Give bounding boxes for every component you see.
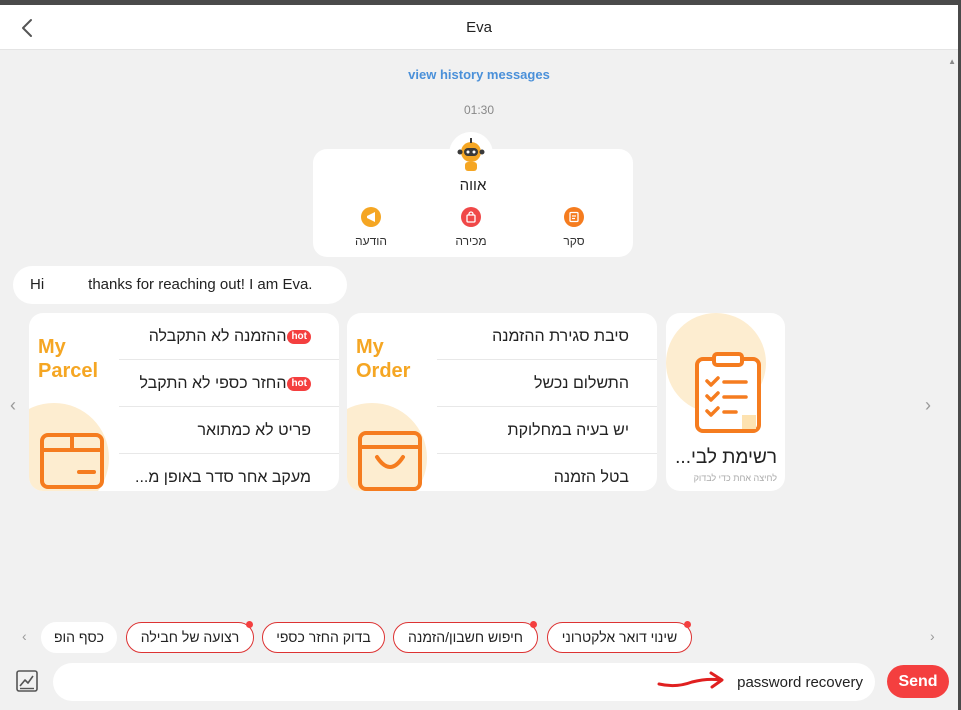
chat-header: Eva — [0, 5, 958, 50]
menu-item-order-not-received[interactable]: hotההזמנה לא התקבלה — [119, 313, 339, 360]
survey-icon — [564, 207, 584, 227]
message-input[interactable] — [53, 663, 875, 701]
brand-line: My — [356, 336, 384, 358]
menu-item-label: סיבת סגירת ההזמנה — [492, 328, 629, 345]
robot-avatar-icon — [449, 132, 493, 176]
chip-label: שינוי דואר אלקטרוני — [561, 629, 678, 645]
menu-item-label: ההזמנה לא התקבלה — [148, 328, 287, 345]
order-menu-list: סיבת סגירת ההזמנה התשלום נכשל יש בעיה במ… — [437, 313, 657, 491]
view-history-link[interactable]: view history messages — [0, 67, 958, 82]
action-label: הודעה — [355, 234, 387, 248]
chip-label: חיפוש חשבון/הזמנה — [408, 629, 523, 645]
announcement-action-button[interactable]: הודעה — [341, 207, 401, 248]
my-order-card: My Order סיבת סגירת ההזמנה התשלום נכשל י… — [347, 313, 657, 491]
menu-item-payment-failed[interactable]: התשלום נכשל — [437, 360, 657, 407]
chip-label: כסף הופ — [53, 629, 105, 645]
bot-name: אווה — [459, 177, 487, 194]
hot-badge: hot — [287, 376, 311, 391]
brand-line: My — [38, 336, 66, 358]
menu-item-track-order[interactable]: מעקב אחר סדר באופן מ... — [119, 454, 339, 491]
my-parcel-card: My Parcel hotההזמנה לא התקבלה hotהחזר כס… — [29, 313, 339, 491]
brand-line: Parcel — [38, 360, 99, 382]
clipboard-checklist-icon — [695, 352, 761, 433]
quick-reply-chip[interactable]: שינוי דואר אלקטרוני — [547, 621, 692, 653]
quick-reply-chip[interactable]: רצועה של חבילה — [126, 621, 254, 653]
greeting-hi: Hi — [30, 276, 45, 293]
menu-item-label: פריט לא כמתואר — [197, 422, 311, 439]
menu-item-label: בטל הזמנה — [553, 469, 629, 486]
parcel-box-icon — [40, 433, 104, 489]
greeting-text: thanks for reaching out! I am Eva. — [88, 276, 313, 293]
menu-item-label: התשלום נכשל — [534, 375, 629, 392]
timestamp: 01:30 — [463, 103, 495, 117]
chat-window: Eva ▲ view history messages 01:30 אווה ה… — [0, 5, 958, 710]
menu-item-label: החזר כספי לא התקבל — [139, 375, 287, 392]
brand-line: Order — [356, 360, 411, 382]
menu-item-order-closure-reason[interactable]: סיבת סגירת ההזמנה — [437, 313, 657, 360]
megaphone-icon — [361, 207, 381, 227]
quick-reply-chip[interactable]: חיפוש חשבון/הזמנה — [393, 621, 538, 653]
menu-item-refund-not-received[interactable]: hotהחזר כספי לא התקבל — [119, 360, 339, 407]
survey-action-button[interactable]: סקר — [544, 207, 604, 248]
chips-prev-icon[interactable]: ‹ — [22, 628, 27, 644]
menu-item-item-not-as-described[interactable]: פריט לא כמתואר — [119, 407, 339, 454]
menu-item-label: מעקב אחר סדר באופן מ... — [135, 469, 311, 486]
red-arrow-annotation-icon — [657, 671, 724, 689]
hot-badge: hot — [287, 329, 311, 344]
notification-dot — [246, 621, 253, 628]
parcel-menu-list: hotההזמנה לא התקבלה hotהחזר כספי לא התקב… — [119, 313, 339, 491]
menu-item-dispute-issue[interactable]: יש בעיה במחלוקת — [437, 407, 657, 454]
notification-dot — [530, 621, 537, 628]
quick-replies-bar: ‹ כסף הופ רצועה של חבילה בדוק החזר כספי … — [0, 619, 958, 655]
carousel-prev-icon[interactable]: ‹ — [10, 395, 16, 416]
menu-item-cancel-order[interactable]: בטל הזמנה — [437, 454, 657, 491]
image-gallery-icon[interactable] — [16, 670, 38, 692]
shopping-basket-icon — [358, 431, 422, 491]
chip-label: בדוק החזר כספי — [276, 629, 371, 645]
quick-reply-chip[interactable]: כסף הופ — [41, 622, 117, 653]
carousel-next-icon[interactable]: › — [925, 395, 931, 416]
chips-next-icon[interactable]: › — [930, 628, 935, 644]
checklist-title: רשימת לבי... — [675, 447, 777, 468]
chat-title: Eva — [466, 19, 492, 36]
sale-action-button[interactable]: מכירה — [441, 207, 501, 248]
chip-label: רצועה של חבילה — [140, 629, 240, 645]
menu-item-label: יש בעיה במחלוקת — [507, 422, 629, 439]
shopping-bag-icon — [461, 207, 481, 227]
scroll-up-arrow-icon[interactable]: ▲ — [948, 57, 956, 66]
send-button[interactable]: Send — [887, 665, 949, 698]
parcel-brand: My Parcel — [38, 335, 98, 383]
composer: Send — [0, 660, 958, 710]
action-label: סקר — [563, 234, 585, 248]
action-label: מכירה — [455, 234, 487, 248]
checklist-card[interactable]: רשימת לבי... לחיצה אחת כדי לבדוק — [666, 313, 785, 491]
greeting-message: Hi thanks for reaching out! I am Eva. — [13, 266, 347, 304]
notification-dot — [684, 621, 691, 628]
order-brand: My Order — [356, 335, 410, 383]
checklist-subtitle: לחיצה אחת כדי לבדוק — [693, 473, 777, 483]
quick-reply-chip[interactable]: בדוק החזר כספי — [262, 622, 385, 653]
